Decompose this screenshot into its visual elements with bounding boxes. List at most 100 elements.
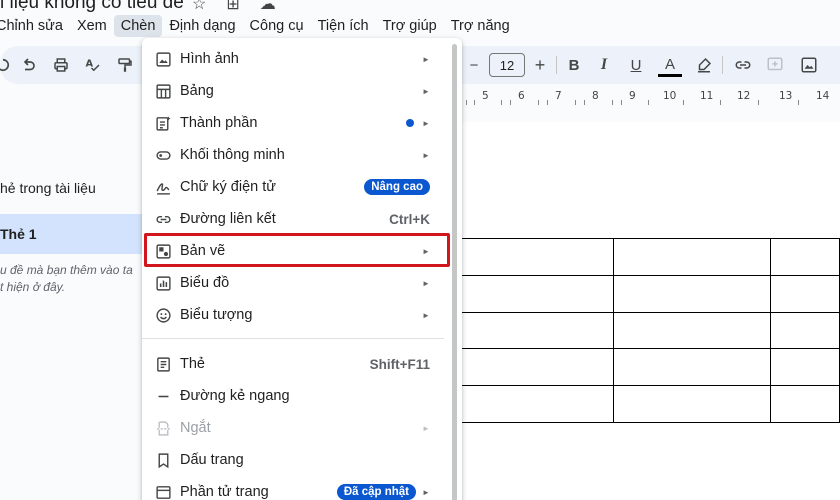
table-cell[interactable] (613, 238, 772, 276)
menu-item-label: Bản vẽ (180, 243, 226, 259)
table-cell[interactable] (770, 274, 840, 313)
ruler-number: 8 (592, 90, 599, 102)
menu-item-label: Hình ảnh (180, 51, 239, 67)
table-row (457, 238, 840, 276)
cloud-status-icon[interactable]: ☁ (260, 0, 276, 14)
submenu-arrow-icon: ► (422, 150, 430, 160)
document-title[interactable]: i liệu không có tiêu đề (0, 0, 184, 14)
building-blocks-icon (154, 114, 172, 132)
submenu-arrow-icon: ► (422, 246, 430, 256)
table-cell[interactable] (613, 348, 772, 387)
menu-accessibility[interactable]: Trợ năng (444, 15, 517, 37)
table-cell[interactable] (457, 311, 615, 350)
menu-bar: Chỉnh sửa Xem Chèn Định dạng Công cụ Tiệ… (0, 13, 517, 39)
insert-menu-item-link[interactable]: Đường liên kết Ctrl+K (142, 203, 462, 235)
menu-item-label: Thành phần (180, 115, 258, 131)
redo-icon[interactable] (18, 55, 38, 75)
document-table[interactable] (457, 238, 840, 423)
table-cell[interactable] (457, 274, 615, 313)
page-elements-icon (154, 483, 172, 500)
insert-menu-item-table[interactable]: Bảng ► (142, 75, 462, 107)
menu-help[interactable]: Trợ giúp (376, 15, 444, 37)
decrease-font-size-button[interactable]: − (464, 55, 484, 75)
text-color-button[interactable]: A (658, 55, 682, 77)
ruler-number: 9 (629, 90, 636, 102)
ruler-tick (683, 100, 684, 105)
premium-badge: Nâng cao (364, 179, 430, 195)
table-cell[interactable] (770, 385, 840, 423)
move-to-folder-icon[interactable]: ⊞ (226, 0, 239, 14)
submenu-arrow-icon: ► (422, 423, 430, 433)
bookmark-icon (154, 451, 172, 469)
insert-menu-item-page-elements[interactable]: Phần tử trang Đã cập nhật ► (142, 476, 462, 500)
ruler-tick (584, 100, 585, 105)
insert-menu-item-break[interactable]: Ngắt ► (142, 412, 462, 444)
table-cell[interactable] (457, 348, 615, 387)
insert-menu-item-emoji[interactable]: Biểu tượng ► (142, 299, 462, 331)
title-row: i liệu không có tiêu đề ☆ ⊞ ☁ (0, 0, 840, 14)
insert-menu-item-image[interactable]: Hình ảnh ► (142, 43, 462, 75)
ruler-tick (547, 100, 548, 105)
insert-link-icon[interactable] (732, 55, 754, 75)
menu-edit[interactable]: Chỉnh sửa (0, 15, 70, 37)
menu-scrollbar[interactable] (452, 44, 457, 500)
smart-chip-icon (154, 146, 172, 164)
menu-item-label: Biểu tượng (180, 307, 253, 323)
highlight-color-icon[interactable] (694, 55, 714, 75)
print-icon[interactable] (50, 55, 72, 75)
insert-menu-item-horizontal-line[interactable]: Đường kẻ ngang (142, 380, 462, 412)
table-row (457, 311, 840, 350)
ruler-number: 14 (816, 90, 830, 102)
ruler-tick (758, 100, 759, 105)
tab-item-1[interactable]: Thẻ 1 (0, 214, 142, 254)
table-cell[interactable] (613, 385, 772, 423)
submenu-arrow-icon: ► (422, 278, 430, 288)
table-cell[interactable] (613, 274, 772, 313)
ruler-number: 10 (663, 90, 677, 102)
ruler-tick (538, 100, 539, 105)
insert-image-icon[interactable] (798, 55, 820, 75)
table-cell[interactable] (457, 385, 615, 423)
insert-menu-item-drawing[interactable]: Bản vẽ ► (142, 235, 462, 267)
insert-menu-item-tab[interactable]: Thẻ Shift+F11 (142, 348, 462, 380)
insert-menu-dropdown: Hình ảnh ► Bảng ► Thành phần ► Khối thôn… (142, 38, 462, 500)
menu-item-label: Chữ ký điện tử (180, 179, 276, 195)
insert-menu-item-smart-chips[interactable]: Khối thông minh ► (142, 139, 462, 171)
table-cell[interactable] (457, 238, 615, 276)
insert-menu-item-building-blocks[interactable]: Thành phần ► (142, 107, 462, 139)
menu-insert[interactable]: Chèn (113, 15, 163, 37)
insert-menu-item-esignature[interactable]: Chữ ký điện tử Nâng cao (142, 171, 462, 203)
ruler-number: 12 (737, 90, 751, 102)
spellcheck-icon[interactable]: A (82, 55, 104, 75)
add-comment-icon[interactable] (764, 55, 786, 75)
ruler-tick (510, 100, 511, 105)
menu-divider (142, 338, 444, 339)
keyboard-shortcut: Shift+F11 (369, 356, 430, 372)
font-size-input[interactable]: 12 (489, 53, 525, 77)
chart-icon (154, 274, 172, 292)
ruler-tick (798, 100, 799, 105)
star-icon[interactable]: ☆ (192, 0, 206, 14)
menu-item-label: Bảng (180, 83, 214, 99)
ruler-number: 11 (700, 90, 714, 102)
table-row (457, 385, 840, 423)
table-cell[interactable] (770, 238, 840, 276)
menu-view[interactable]: Xem (70, 15, 114, 37)
insert-menu-item-bookmark[interactable]: Dấu trang (142, 444, 462, 476)
table-cell[interactable] (613, 311, 772, 350)
menu-format[interactable]: Định dạng (162, 15, 242, 37)
menu-tools[interactable]: Công cụ (243, 15, 311, 37)
increase-font-size-button[interactable]: + (530, 55, 550, 75)
italic-button[interactable]: I (594, 55, 614, 75)
bold-button[interactable]: B (564, 55, 584, 75)
undo-icon[interactable] (0, 55, 12, 75)
horizontal-ruler[interactable]: 5 6 7 8 9 10 11 12 13 14 (458, 88, 840, 108)
table-cell[interactable] (770, 311, 840, 350)
tab-hint: u đề mà bạn thêm vào ta t hiện ở đây. (0, 262, 133, 296)
table-cell[interactable] (770, 348, 840, 387)
ruler-number: 13 (779, 90, 793, 102)
underline-button[interactable]: U (626, 55, 646, 75)
insert-menu-item-chart[interactable]: Biểu đồ ► (142, 267, 462, 299)
paint-format-icon[interactable] (114, 55, 136, 75)
menu-extensions[interactable]: Tiện ích (311, 15, 376, 37)
